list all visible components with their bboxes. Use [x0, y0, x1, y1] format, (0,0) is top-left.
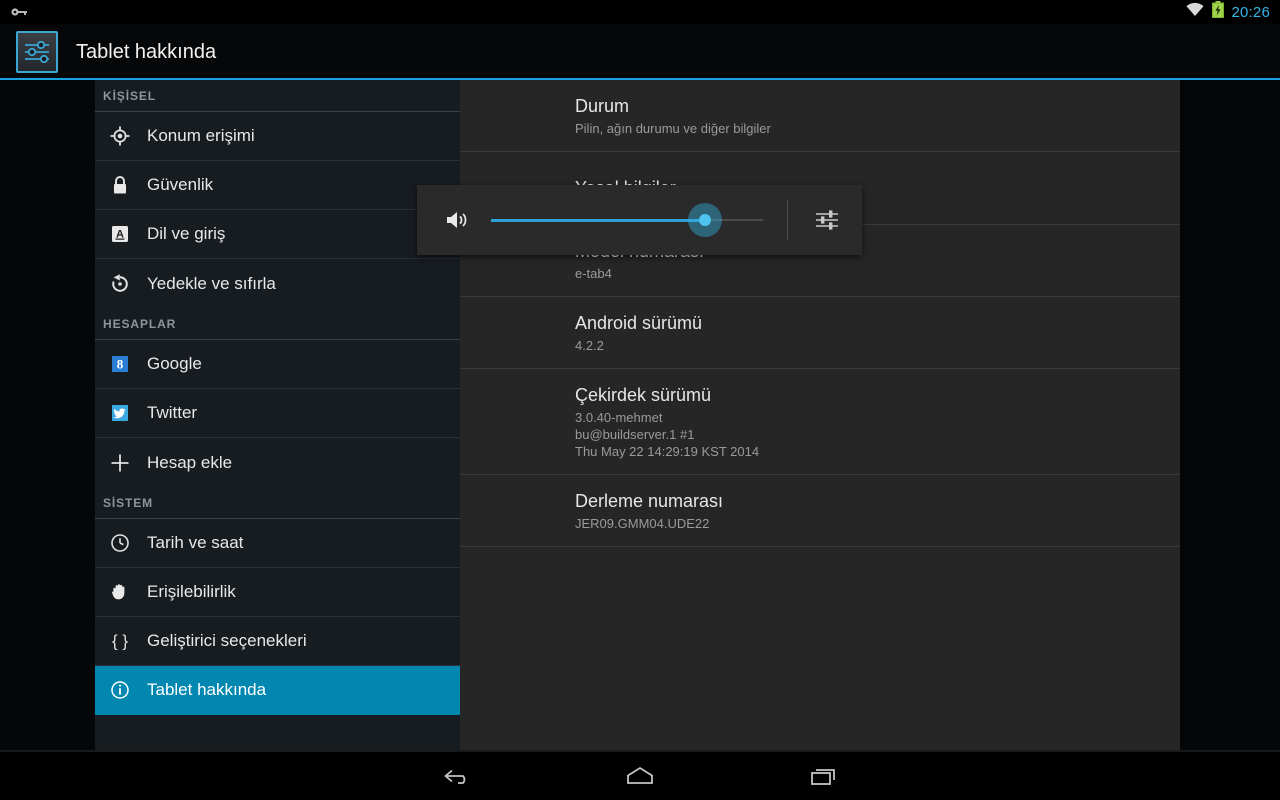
volume-panel — [417, 185, 862, 255]
action-bar: Tablet hakkında — [0, 24, 1280, 80]
google-icon: 8 — [103, 354, 137, 374]
preference-build-number[interactable]: Derleme numarası JER09.GMM04.UDE22 — [460, 475, 1180, 547]
preference-title: Durum — [575, 96, 630, 116]
sidebar-item-date-time[interactable]: Tarih ve saat — [95, 519, 460, 568]
section-header-accounts: HESAPLAR — [95, 308, 460, 340]
preference-status[interactable]: Durum Pilin, ağın durumu ve diğer bilgil… — [460, 80, 1180, 152]
sidebar-item-twitter[interactable]: Twitter — [95, 389, 460, 438]
sidebar-item-label: Erişilebilirlik — [147, 582, 236, 601]
section-header-label: SİSTEM — [103, 495, 154, 510]
recent-apps-icon[interactable] — [796, 756, 852, 796]
sidebar-item-label: Yedekle ve sıfırla — [147, 273, 276, 293]
preference-kernel-version[interactable]: Çekirdek sürümü 3.0.40-mehmet bu@buildse… — [460, 369, 1180, 475]
back-arrow-icon[interactable] — [428, 756, 484, 796]
clock-icon — [103, 533, 137, 553]
sidebar-item-security[interactable]: Güvenlik — [95, 161, 460, 210]
sidebar-item-label: Tarih ve saat — [147, 533, 244, 552]
section-header-label: KİŞİSEL — [103, 88, 156, 103]
sidebar-item-label: Tablet hakkında — [147, 680, 267, 699]
status-bar-right: 20:26 — [1185, 1, 1280, 23]
volume-slider[interactable] — [491, 203, 763, 237]
sidebar-item-accessibility[interactable]: Erişilebilirlik — [95, 568, 460, 617]
settings-sliders-icon — [16, 31, 58, 73]
info-circle-icon — [103, 680, 137, 700]
hand-icon — [103, 582, 137, 602]
curly-braces-icon: { } — [103, 631, 137, 651]
status-bar-clock: 20:26 — [1231, 3, 1270, 21]
settings-sidebar: KİŞİSEL Konum erişimi Güvenlik A Dil ve … — [95, 80, 460, 752]
plus-icon — [103, 452, 137, 474]
sidebar-item-backup[interactable]: Yedekle ve sıfırla — [95, 259, 460, 308]
sidebar-item-label: Güvenlik — [147, 175, 214, 194]
svg-text:8: 8 — [117, 357, 124, 372]
sidebar-item-label: Hesap ekle — [147, 452, 233, 472]
slider-fill — [491, 219, 705, 222]
lock-icon — [103, 175, 137, 195]
preference-title: Derleme numarası — [575, 491, 724, 511]
sidebar-item-language[interactable]: A Dil ve giriş — [95, 210, 460, 259]
preference-summary: 3.0.40-mehmet bu@buildserver.1 #1 Thu Ma… — [575, 410, 760, 459]
about-tablet-list: Durum Pilin, ağın durumu ve diğer bilgil… — [460, 80, 1180, 750]
section-header-personal: KİŞİSEL — [95, 80, 460, 112]
preference-summary: Pilin, ağın durumu ve diğer bilgiler — [575, 121, 771, 136]
sidebar-item-developer-options[interactable]: { } Geliştirici seçenekleri — [95, 617, 460, 666]
section-header-system: SİSTEM — [95, 487, 460, 519]
audio-settings-icon[interactable] — [810, 208, 844, 232]
svg-text:{ }: { } — [112, 632, 128, 651]
preference-android-version[interactable]: Android sürümü 4.2.2 — [460, 297, 1180, 369]
panel-divider — [787, 200, 788, 240]
home-icon[interactable] — [612, 756, 668, 796]
status-bar: 20:26 — [0, 0, 1280, 24]
preference-title: Android sürümü — [575, 313, 703, 333]
page-title: Tablet hakkında — [76, 40, 217, 63]
key-icon — [10, 6, 28, 18]
preference-title: Çekirdek sürümü — [575, 385, 712, 405]
tablet-screen: 20:26 Tablet hakkında KİŞİSEL Konum eriş… — [0, 0, 1280, 800]
location-crosshair-icon — [103, 126, 137, 146]
sidebar-item-about-tablet[interactable]: Tablet hakkında — [95, 666, 460, 715]
preference-summary: e-tab4 — [575, 266, 612, 281]
sidebar-item-add-account[interactable]: Hesap ekle — [95, 438, 460, 487]
sidebar-item-location[interactable]: Konum erişimi — [95, 112, 460, 161]
speaker-volume-icon[interactable] — [441, 208, 475, 232]
sidebar-item-label: Konum erişimi — [147, 126, 255, 145]
twitter-icon — [103, 403, 137, 423]
sidebar-item-label: Google — [147, 354, 202, 373]
backup-restore-icon — [103, 273, 137, 294]
sidebar-item-label: Geliştirici seçenekleri — [147, 631, 307, 650]
battery-charging-icon — [1212, 1, 1225, 23]
preference-summary: 4.2.2 — [575, 338, 604, 353]
section-header-label: HESAPLAR — [103, 316, 177, 331]
slider-thumb[interactable] — [699, 214, 711, 226]
preference-summary: JER09.GMM04.UDE22 — [575, 516, 710, 531]
sidebar-item-label: Twitter — [147, 403, 198, 422]
system-navigation-bar — [0, 752, 1280, 800]
language-a-icon: A — [103, 224, 137, 244]
content-area: KİŞİSEL Konum erişimi Güvenlik A Dil ve … — [0, 80, 1280, 752]
sidebar-item-google[interactable]: 8 Google — [95, 340, 460, 389]
wifi-icon — [1185, 2, 1205, 22]
sidebar-item-label: Dil ve giriş — [147, 224, 226, 243]
